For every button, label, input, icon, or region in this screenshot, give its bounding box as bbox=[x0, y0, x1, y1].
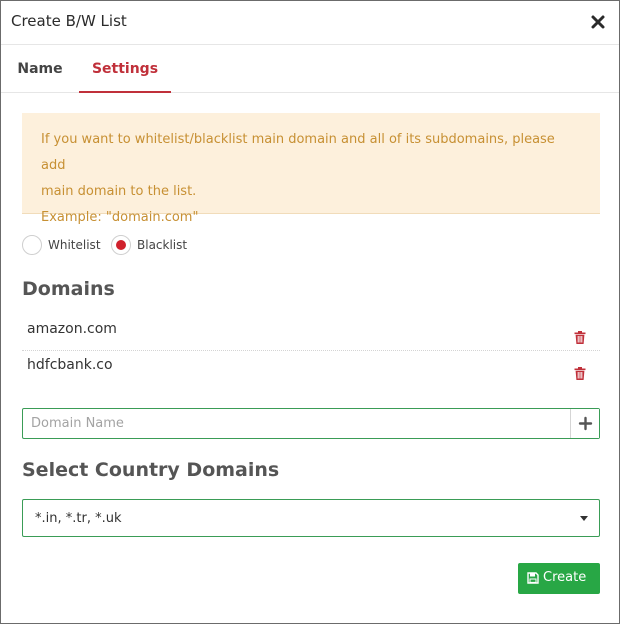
create-bw-list-modal: Create B/W List Name Settings If you wan… bbox=[0, 0, 620, 624]
alert-line-2: main domain to the list. bbox=[41, 184, 197, 199]
domain-item-text: amazon.com bbox=[27, 321, 117, 337]
domains-heading: Domains bbox=[22, 278, 115, 300]
radio-whitelist-circle[interactable] bbox=[22, 235, 42, 255]
tab-name[interactable]: Name bbox=[7, 45, 73, 93]
modal-title: Create B/W List bbox=[11, 12, 127, 30]
country-domains-select[interactable]: *.in, *.tr, *.uk bbox=[22, 499, 600, 537]
modal-header: Create B/W List bbox=[1, 1, 619, 45]
tab-settings[interactable]: Settings bbox=[79, 45, 171, 93]
plus-icon bbox=[578, 416, 593, 431]
trash-icon bbox=[574, 367, 586, 380]
chevron-down-icon bbox=[580, 516, 588, 521]
trash-icon bbox=[574, 331, 586, 344]
radio-whitelist-label: Whitelist bbox=[48, 238, 101, 252]
alert-line-3: Example: "domain.com" bbox=[41, 210, 199, 225]
delete-domain-button[interactable] bbox=[574, 365, 586, 380]
radio-blacklist-label: Blacklist bbox=[137, 238, 188, 252]
delete-domain-button[interactable] bbox=[574, 329, 586, 344]
add-domain-button[interactable] bbox=[570, 409, 599, 438]
domain-list-item: hdfcbank.co bbox=[22, 351, 600, 387]
tab-bar: Name Settings bbox=[1, 45, 619, 93]
info-alert: If you want to whitelist/blacklist main … bbox=[22, 113, 600, 225]
domain-name-input[interactable] bbox=[23, 409, 570, 438]
domain-list-item: amazon.com bbox=[22, 315, 600, 351]
create-button[interactable]: Create bbox=[518, 563, 600, 594]
close-button[interactable] bbox=[589, 13, 607, 31]
domain-input-group bbox=[22, 408, 600, 439]
domain-item-text: hdfcbank.co bbox=[27, 357, 113, 373]
save-icon bbox=[527, 572, 539, 584]
alert-line-1: If you want to whitelist/blacklist main … bbox=[41, 132, 555, 173]
country-domains-selected-value: *.in, *.tr, *.uk bbox=[35, 511, 122, 526]
close-icon bbox=[591, 15, 605, 29]
country-domains-heading: Select Country Domains bbox=[22, 459, 280, 481]
radio-blacklist-circle[interactable] bbox=[111, 235, 131, 255]
create-button-label: Create bbox=[543, 570, 587, 585]
